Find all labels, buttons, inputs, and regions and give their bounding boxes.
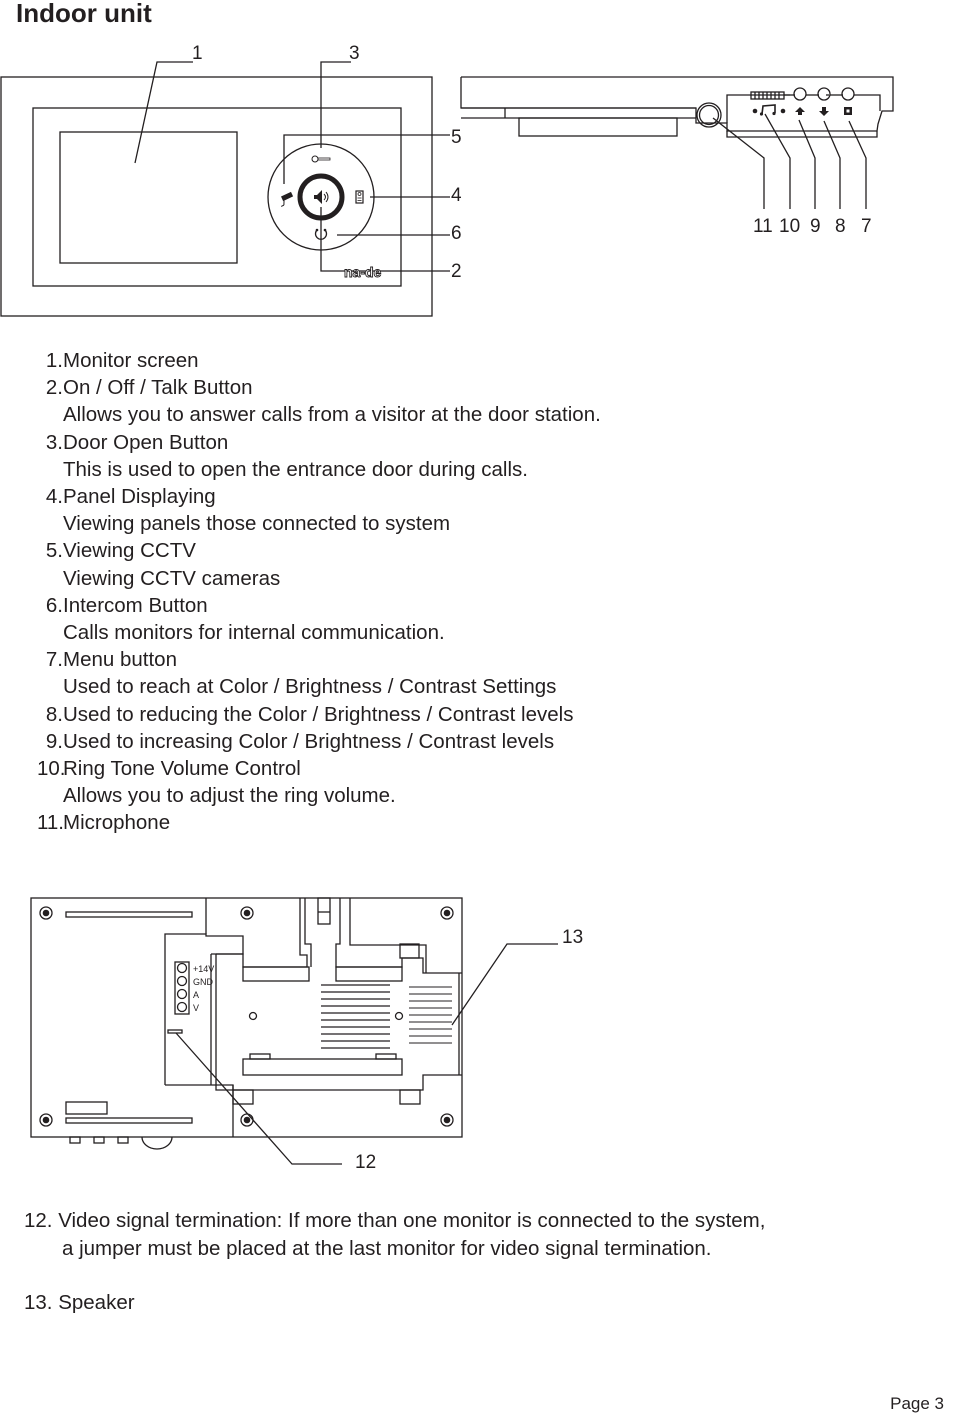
legend-desc: Allows you to adjust the ring volume. (63, 784, 396, 808)
legend-item: 7. Menu button (45, 648, 177, 672)
up-button (793, 87, 807, 101)
callout-5: 5 (451, 127, 462, 148)
callout-8: 8 (835, 216, 846, 237)
cctv-camera-icon (280, 191, 294, 207)
callout-3: 3 (349, 43, 360, 64)
square-menu-icon (844, 107, 852, 115)
callout-6: 6 (451, 223, 462, 244)
legend-item: 11. Microphone (37, 811, 171, 835)
page-number: Page 3 (890, 1394, 944, 1413)
legend-item: 3. Door Open Button (45, 430, 229, 454)
speaker-grille (321, 984, 452, 1049)
legend-item: 1. Monitor screen (45, 349, 199, 372)
side-view-base (518, 117, 678, 137)
legend-desc: This is used to open the entrance door d… (63, 457, 528, 481)
terminal-label: GND (193, 977, 214, 987)
key-icon (311, 155, 331, 163)
arrow-down-icon (819, 107, 829, 116)
leader-line-2 (320, 207, 450, 272)
back-board-outline (30, 897, 463, 1138)
legend-desc: Allows you to answer calls from a visito… (63, 403, 601, 427)
terminal-label: +14V (193, 964, 214, 974)
arrow-up-icon (795, 107, 805, 115)
leader-line-13 (451, 943, 558, 1026)
leader-line-12 (175, 1032, 342, 1165)
monitor-screen (59, 131, 238, 264)
legend-item: 8. Used to reducing the Color / Brightnes… (45, 702, 574, 726)
parts-legend: 1. Monitor screen 2. On / Off / Talk Butto… (37, 347, 601, 837)
callout-11: 11 (753, 216, 773, 237)
callout-4: 4 (451, 185, 462, 206)
legend-desc: Viewing panels those connected to system (63, 512, 451, 536)
note-line: 13. Speaker (24, 1291, 135, 1314)
callout-1: 1 (192, 43, 203, 64)
screw-holes (39, 906, 454, 1127)
legend-desc: Used to reach at Color / Brightness / Co… (63, 675, 557, 699)
legend-item: 9. Used to increasing Color / Brightness … (45, 729, 555, 753)
unit-outer-frame (0, 76, 433, 317)
leader-line-9 (798, 119, 816, 209)
callout-12: 12 (355, 1152, 377, 1173)
callout-10: 10 (779, 216, 801, 237)
note-video-termination: 12. Video signal termination: If more th… (24, 1207, 765, 1262)
leader-line-10 (764, 113, 791, 209)
legend-desc: Calls monitors for internal communicatio… (63, 621, 445, 645)
leader-line-5 (283, 134, 450, 184)
music-note-icon (752, 104, 786, 116)
legend-item: 10. Ring Tone Volume Control (37, 757, 301, 781)
callout-7: 7 (861, 216, 872, 237)
speaker-icon (314, 190, 329, 204)
brand-logo: na-de (344, 264, 382, 280)
legend-item: 4. Panel Displaying (45, 485, 216, 509)
callout-9: 9 (810, 216, 821, 237)
legend-desc: Viewing CCTV cameras (63, 566, 281, 590)
note-line: 12. Video signal termination: If more th… (24, 1209, 766, 1232)
menu-button (841, 87, 855, 101)
note-line: a jumper must be placed at the last moni… (62, 1236, 712, 1260)
legend-item: 2. On / Off / Talk Button (45, 376, 253, 400)
door-panel-icon (355, 190, 364, 204)
leader-line-8 (823, 120, 841, 209)
leader-line-7 (848, 120, 867, 209)
terminal-label: A (193, 990, 199, 1000)
legend-item: 6. Intercom Button (45, 593, 208, 617)
down-button (817, 87, 831, 101)
note-speaker: 13. Speaker (24, 1289, 135, 1317)
callout-13: 13 (562, 927, 584, 948)
jumper (167, 1029, 183, 1034)
legend-item: 5. Viewing CCTV (45, 539, 196, 563)
terminal-label: V (193, 1003, 199, 1013)
callout-2: 2 (451, 261, 462, 282)
